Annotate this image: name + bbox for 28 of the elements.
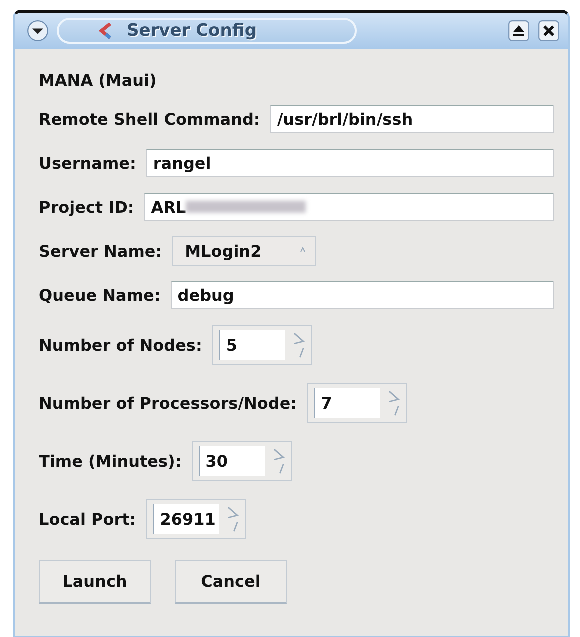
- dialog-button[interactable]: Launch: [39, 560, 151, 604]
- window-menu-icon[interactable]: [27, 20, 49, 42]
- field-label: Remote Shell Command:: [39, 110, 260, 128]
- field-label: Queue Name:: [39, 286, 161, 304]
- field-label: Local Port:: [39, 510, 136, 528]
- spinner-field[interactable]: 5: [212, 325, 312, 365]
- field-label: Project ID:: [39, 198, 134, 216]
- field-label: Time (Minutes):: [39, 452, 182, 470]
- field-label: Username:: [39, 154, 136, 172]
- spinner-field[interactable]: 7: [307, 383, 408, 423]
- window-title: Server Config: [127, 21, 258, 41]
- text-field[interactable]: /usr/brl/bin/ssh: [270, 105, 554, 133]
- spinner-arrows-icon: [386, 388, 402, 418]
- text-field[interactable]: ARL: [144, 193, 554, 221]
- text-field[interactable]: rangel: [146, 149, 554, 177]
- text-field[interactable]: debug: [170, 281, 554, 309]
- spinner-field[interactable]: 30: [192, 441, 292, 481]
- spinner-arrows-icon: [225, 504, 242, 534]
- spinner-arrows-icon: [291, 330, 308, 360]
- field-label: Server Name:: [39, 242, 162, 260]
- section-heading: MANA (Maui): [39, 71, 158, 90]
- eject-icon[interactable]: [508, 20, 530, 42]
- close-icon[interactable]: [538, 20, 560, 42]
- dialog-button[interactable]: Cancel: [175, 560, 287, 604]
- dropdown[interactable]: MLogin2: [172, 236, 316, 266]
- field-label: Number of Processors/Node:: [39, 394, 298, 412]
- spinner-field[interactable]: 26911: [146, 499, 246, 539]
- field-label: Number of Nodes:: [39, 336, 202, 354]
